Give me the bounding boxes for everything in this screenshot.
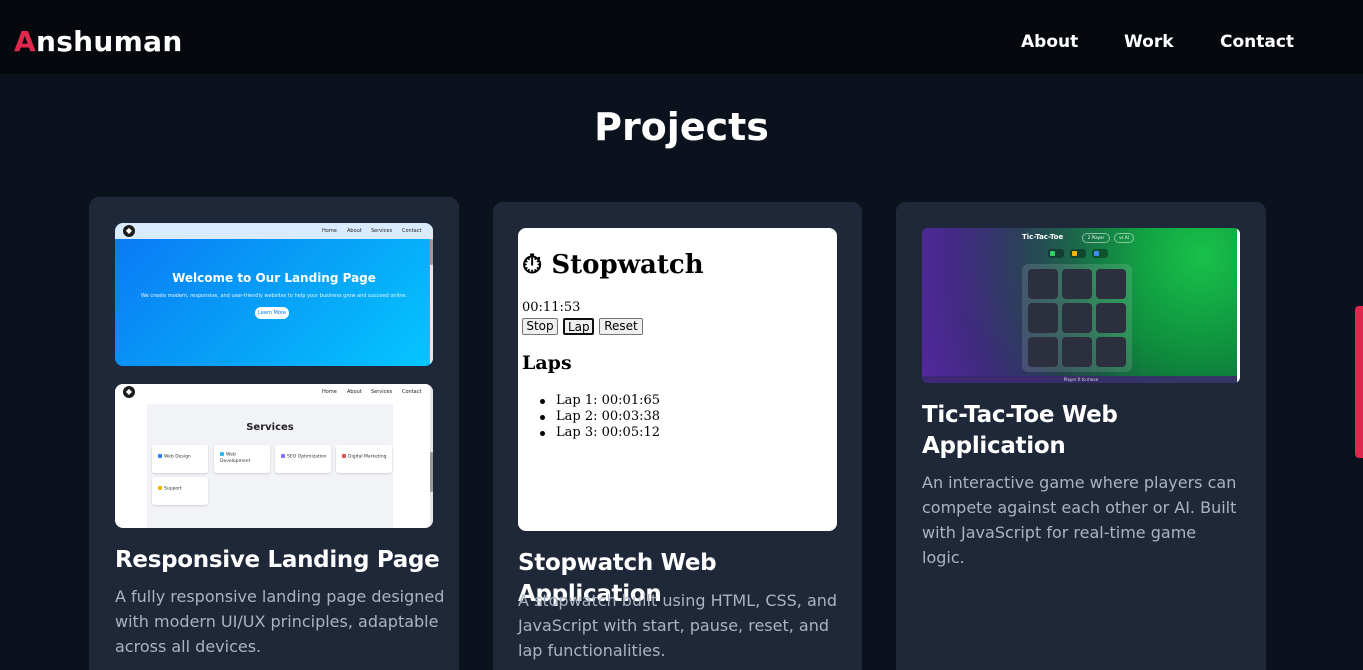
landing-hero-screenshot: ◆ Home About Services Contact Welcome to… (115, 223, 433, 366)
stopwatch-time: 00:11:53 (522, 300, 581, 315)
project-description: A fully responsive landing page designed… (115, 587, 445, 656)
service-icon (158, 454, 162, 458)
project-card-tictactoe[interactable]: Tic-Tac-Toe 2 Player vs AI Player X to m… (896, 202, 1266, 670)
mini-scrollbar (1237, 228, 1240, 383)
ttt-footer: Player X to move (922, 376, 1240, 383)
mini-nav-link: About (347, 228, 362, 234)
service-box: SEO Optimization (275, 445, 331, 473)
ttt-cell (1062, 269, 1092, 299)
service-icon (158, 486, 162, 490)
service-icon (220, 452, 224, 456)
lap-item: Lap 3: 00:05:12 (540, 425, 660, 441)
ttt-mode-pill: 2 Player (1082, 233, 1110, 243)
services-heading: Services (246, 422, 294, 433)
mini-nav-link: Contact (402, 228, 422, 234)
project-title: Tic-Tac-Toe Web Application (922, 402, 1118, 459)
ttt-mode-pill: vs AI (1114, 233, 1134, 243)
mini-nav-link: About (347, 389, 362, 395)
ttt-cell (1096, 269, 1126, 299)
service-label: Digital Marketing (348, 454, 387, 460)
service-box: Digital Marketing (336, 445, 392, 473)
service-box: Support (152, 477, 208, 505)
stopwatch-heading: ⏱ Stopwatch (522, 250, 704, 280)
brand-logo[interactable]: Anshuman (14, 26, 183, 58)
service-label: Web Design (164, 454, 191, 460)
score-marker (1072, 251, 1077, 256)
service-box: Web Design (152, 445, 208, 473)
mini-scroll-thumb (430, 239, 433, 265)
mini-logo-icon: ◆ (123, 386, 135, 398)
tictactoe-screenshot: Tic-Tac-Toe 2 Player vs AI Player X to m… (922, 228, 1240, 383)
mini-scroll-thumb (430, 452, 433, 492)
mini-nav-link: Contact (402, 389, 422, 395)
navbar: Anshuman About Work Contact (0, 0, 1363, 74)
nav-link-contact[interactable]: Contact (1220, 32, 1294, 52)
landing-services-screenshot: ◆ Home About Services Contact Services W… (115, 384, 433, 528)
ttt-cell (1062, 337, 1092, 367)
ttt-board (1022, 264, 1132, 372)
stopwatch-icon: ⏱ (522, 250, 543, 280)
brand-accent-letter: A (14, 25, 36, 58)
brand-name-rest: nshuman (35, 25, 183, 58)
service-label: Support (164, 486, 182, 492)
ttt-cell (1062, 303, 1092, 333)
stopwatch-heading-text: Stopwatch (551, 250, 704, 280)
lap-button: Lap (563, 318, 594, 335)
ttt-cell (1028, 269, 1058, 299)
ttt-cell (1028, 337, 1058, 367)
service-box: Web Development (214, 445, 270, 473)
service-icon (281, 454, 285, 458)
project-title: Responsive Landing Page (115, 547, 440, 573)
lap-item: Lap 2: 00:03:38 (540, 409, 660, 425)
service-label: Web Development (220, 452, 251, 464)
service-label: SEO Optimization (287, 454, 327, 460)
nav-link-work[interactable]: Work (1124, 32, 1174, 52)
hero-button: Learn More (255, 307, 289, 319)
reset-button: Reset (599, 318, 643, 335)
ttt-score-x (1048, 249, 1064, 258)
mini-nav: ◆ Home About Services Contact (115, 384, 433, 400)
lap-item: Lap 1: 00:01:65 (540, 393, 660, 409)
mini-nav-link: Home (322, 228, 337, 234)
ttt-cell (1096, 337, 1126, 367)
mini-nav-link: Services (371, 228, 393, 234)
mini-nav-link: Services (371, 389, 393, 395)
ttt-score-o (1092, 249, 1108, 258)
service-icon (342, 454, 346, 458)
score-marker (1094, 251, 1099, 256)
ttt-cell (1028, 303, 1058, 333)
project-card-stopwatch[interactable]: ⏱ Stopwatch 00:11:53 Stop Lap Reset Laps… (493, 202, 862, 670)
laps-list: Lap 1: 00:01:65 Lap 2: 00:03:38 Lap 3: 0… (540, 393, 660, 441)
project-card-landing[interactable]: ◆ Home About Services Contact Welcome to… (89, 197, 459, 670)
mini-nav-link: Home (322, 389, 337, 395)
page-scrollbar-thumb[interactable] (1355, 306, 1363, 458)
project-description: An interactive game where players can co… (922, 473, 1237, 567)
ttt-score-draw (1070, 249, 1086, 258)
nav-link-about[interactable]: About (1021, 32, 1078, 52)
mini-logo-icon: ◆ (123, 225, 135, 237)
hero-subtitle: We create modern, responsive, and user-f… (140, 293, 408, 299)
project-description: A stopwatch built using HTML, CSS, and J… (518, 591, 838, 660)
score-marker (1050, 251, 1055, 256)
section-title: Projects (594, 105, 769, 149)
hero-heading: Welcome to Our Landing Page (172, 271, 376, 285)
ttt-title: Tic-Tac-Toe (1022, 233, 1064, 241)
mini-nav: ◆ Home About Services Contact (115, 223, 433, 239)
ttt-cell (1096, 303, 1126, 333)
stop-button: Stop (522, 318, 558, 335)
stopwatch-screenshot: ⏱ Stopwatch 00:11:53 Stop Lap Reset Laps… (518, 228, 837, 531)
laps-heading: Laps (522, 352, 572, 374)
